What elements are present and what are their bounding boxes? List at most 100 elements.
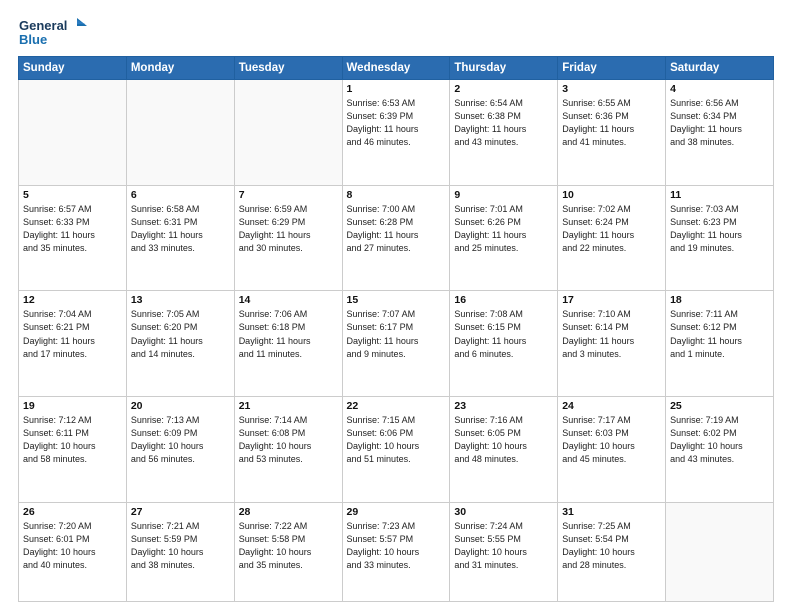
day-number: 22 bbox=[347, 400, 446, 412]
calendar-day bbox=[126, 80, 234, 186]
calendar-day: 10 Sunrise: 7:02 AM Sunset: 6:24 PM Dayli… bbox=[558, 185, 666, 291]
calendar-day: 21 Sunrise: 7:14 AM Sunset: 6:08 PM Dayli… bbox=[234, 397, 342, 503]
calendar-day: 12 Sunrise: 7:04 AM Sunset: 6:21 PM Dayli… bbox=[19, 291, 127, 397]
day-info: Sunrise: 7:20 AM Sunset: 6:01 PM Dayligh… bbox=[23, 520, 122, 572]
day-info: Sunrise: 7:07 AM Sunset: 6:17 PM Dayligh… bbox=[347, 308, 446, 360]
day-number: 31 bbox=[562, 506, 661, 518]
calendar-week-3: 12 Sunrise: 7:04 AM Sunset: 6:21 PM Dayli… bbox=[19, 291, 774, 397]
calendar-day: 14 Sunrise: 7:06 AM Sunset: 6:18 PM Dayli… bbox=[234, 291, 342, 397]
calendar-header-wednesday: Wednesday bbox=[342, 57, 450, 80]
day-info: Sunrise: 6:56 AM Sunset: 6:34 PM Dayligh… bbox=[670, 97, 769, 149]
header: General Blue bbox=[18, 16, 774, 48]
day-number: 10 bbox=[562, 189, 661, 201]
calendar-day: 20 Sunrise: 7:13 AM Sunset: 6:09 PM Dayli… bbox=[126, 397, 234, 503]
day-info: Sunrise: 7:24 AM Sunset: 5:55 PM Dayligh… bbox=[454, 520, 553, 572]
calendar-day: 28Sunrise: 7:22 AM Sunset: 5:58 PM Dayli… bbox=[234, 502, 342, 601]
calendar-day bbox=[666, 502, 774, 601]
day-number: 20 bbox=[131, 400, 230, 412]
day-info: Sunrise: 7:21 AM Sunset: 5:59 PM Dayligh… bbox=[131, 520, 230, 572]
day-number: 1 bbox=[347, 83, 446, 95]
calendar-day: 30Sunrise: 7:24 AM Sunset: 5:55 PM Dayli… bbox=[450, 502, 558, 601]
calendar-week-5: 26 Sunrise: 7:20 AM Sunset: 6:01 PM Dayli… bbox=[19, 502, 774, 601]
page: General Blue SundayMondayTuesdayWednesda… bbox=[0, 0, 792, 612]
day-number: 3 bbox=[562, 83, 661, 95]
calendar-header-sunday: Sunday bbox=[19, 57, 127, 80]
logo-icon: General Blue bbox=[18, 16, 88, 48]
day-number: 5 bbox=[23, 189, 122, 201]
calendar-header-row: SundayMondayTuesdayWednesdayThursdayFrid… bbox=[19, 57, 774, 80]
calendar-day: 15 Sunrise: 7:07 AM Sunset: 6:17 PM Dayli… bbox=[342, 291, 450, 397]
day-number: 18 bbox=[670, 294, 769, 306]
calendar-day: 23Sunrise: 7:16 AM Sunset: 6:05 PM Dayli… bbox=[450, 397, 558, 503]
calendar-header-thursday: Thursday bbox=[450, 57, 558, 80]
calendar-day: 25Sunrise: 7:19 AM Sunset: 6:02 PM Dayli… bbox=[666, 397, 774, 503]
day-info: Sunrise: 7:04 AM Sunset: 6:21 PM Dayligh… bbox=[23, 308, 122, 360]
calendar-day: 26 Sunrise: 7:20 AM Sunset: 6:01 PM Dayli… bbox=[19, 502, 127, 601]
day-info: Sunrise: 7:00 AM Sunset: 6:28 PM Dayligh… bbox=[347, 203, 446, 255]
calendar-day: 22 Sunrise: 7:15 AM Sunset: 6:06 PM Dayli… bbox=[342, 397, 450, 503]
calendar-day: 18Sunrise: 7:11 AM Sunset: 6:12 PM Dayli… bbox=[666, 291, 774, 397]
day-info: Sunrise: 6:54 AM Sunset: 6:38 PM Dayligh… bbox=[454, 97, 553, 149]
day-number: 26 bbox=[23, 506, 122, 518]
day-info: Sunrise: 6:59 AM Sunset: 6:29 PM Dayligh… bbox=[239, 203, 338, 255]
day-number: 12 bbox=[23, 294, 122, 306]
day-number: 24 bbox=[562, 400, 661, 412]
day-number: 6 bbox=[131, 189, 230, 201]
calendar-day: 6 Sunrise: 6:58 AM Sunset: 6:31 PM Daylig… bbox=[126, 185, 234, 291]
calendar-day: 11 Sunrise: 7:03 AM Sunset: 6:23 PM Dayli… bbox=[666, 185, 774, 291]
calendar-day: 13 Sunrise: 7:05 AM Sunset: 6:20 PM Dayli… bbox=[126, 291, 234, 397]
day-number: 17 bbox=[562, 294, 661, 306]
calendar-day bbox=[19, 80, 127, 186]
calendar-day: 5Sunrise: 6:57 AM Sunset: 6:33 PM Daylig… bbox=[19, 185, 127, 291]
day-info: Sunrise: 7:14 AM Sunset: 6:08 PM Dayligh… bbox=[239, 414, 338, 466]
svg-text:Blue: Blue bbox=[19, 32, 47, 47]
day-number: 13 bbox=[131, 294, 230, 306]
calendar-day: 29Sunrise: 7:23 AM Sunset: 5:57 PM Dayli… bbox=[342, 502, 450, 601]
calendar-day: 19Sunrise: 7:12 AM Sunset: 6:11 PM Dayli… bbox=[19, 397, 127, 503]
calendar-day: 16Sunrise: 7:08 AM Sunset: 6:15 PM Dayli… bbox=[450, 291, 558, 397]
calendar-day: 31 Sunrise: 7:25 AM Sunset: 5:54 PM Dayli… bbox=[558, 502, 666, 601]
day-info: Sunrise: 7:01 AM Sunset: 6:26 PM Dayligh… bbox=[454, 203, 553, 255]
day-number: 21 bbox=[239, 400, 338, 412]
day-number: 28 bbox=[239, 506, 338, 518]
calendar-day: 27 Sunrise: 7:21 AM Sunset: 5:59 PM Dayli… bbox=[126, 502, 234, 601]
day-info: Sunrise: 7:25 AM Sunset: 5:54 PM Dayligh… bbox=[562, 520, 661, 572]
day-number: 7 bbox=[239, 189, 338, 201]
calendar-day: 8 Sunrise: 7:00 AM Sunset: 6:28 PM Daylig… bbox=[342, 185, 450, 291]
day-number: 15 bbox=[347, 294, 446, 306]
day-info: Sunrise: 6:53 AM Sunset: 6:39 PM Dayligh… bbox=[347, 97, 446, 149]
calendar-day: 7 Sunrise: 6:59 AM Sunset: 6:29 PM Daylig… bbox=[234, 185, 342, 291]
day-info: Sunrise: 7:10 AM Sunset: 6:14 PM Dayligh… bbox=[562, 308, 661, 360]
day-info: Sunrise: 7:15 AM Sunset: 6:06 PM Dayligh… bbox=[347, 414, 446, 466]
calendar-day: 9 Sunrise: 7:01 AM Sunset: 6:26 PM Daylig… bbox=[450, 185, 558, 291]
calendar-table: SundayMondayTuesdayWednesdayThursdayFrid… bbox=[18, 56, 774, 602]
calendar-week-4: 19Sunrise: 7:12 AM Sunset: 6:11 PM Dayli… bbox=[19, 397, 774, 503]
day-info: Sunrise: 7:03 AM Sunset: 6:23 PM Dayligh… bbox=[670, 203, 769, 255]
calendar-day: 1 Sunrise: 6:53 AM Sunset: 6:39 PM Daylig… bbox=[342, 80, 450, 186]
day-number: 25 bbox=[670, 400, 769, 412]
day-number: 27 bbox=[131, 506, 230, 518]
calendar-header-tuesday: Tuesday bbox=[234, 57, 342, 80]
day-number: 29 bbox=[347, 506, 446, 518]
calendar-header-saturday: Saturday bbox=[666, 57, 774, 80]
day-info: Sunrise: 6:55 AM Sunset: 6:36 PM Dayligh… bbox=[562, 97, 661, 149]
calendar-day: 2Sunrise: 6:54 AM Sunset: 6:38 PM Daylig… bbox=[450, 80, 558, 186]
day-info: Sunrise: 7:13 AM Sunset: 6:09 PM Dayligh… bbox=[131, 414, 230, 466]
day-number: 23 bbox=[454, 400, 553, 412]
calendar-day: 24Sunrise: 7:17 AM Sunset: 6:03 PM Dayli… bbox=[558, 397, 666, 503]
day-number: 4 bbox=[670, 83, 769, 95]
day-info: Sunrise: 6:58 AM Sunset: 6:31 PM Dayligh… bbox=[131, 203, 230, 255]
logo: General Blue bbox=[18, 16, 88, 48]
calendar-day: 4 Sunrise: 6:56 AM Sunset: 6:34 PM Daylig… bbox=[666, 80, 774, 186]
calendar-day bbox=[234, 80, 342, 186]
day-number: 8 bbox=[347, 189, 446, 201]
calendar-day: 17 Sunrise: 7:10 AM Sunset: 6:14 PM Dayli… bbox=[558, 291, 666, 397]
day-number: 9 bbox=[454, 189, 553, 201]
day-info: Sunrise: 7:02 AM Sunset: 6:24 PM Dayligh… bbox=[562, 203, 661, 255]
svg-text:General: General bbox=[19, 18, 67, 33]
day-number: 14 bbox=[239, 294, 338, 306]
day-number: 11 bbox=[670, 189, 769, 201]
day-number: 16 bbox=[454, 294, 553, 306]
day-info: Sunrise: 7:05 AM Sunset: 6:20 PM Dayligh… bbox=[131, 308, 230, 360]
day-info: Sunrise: 7:06 AM Sunset: 6:18 PM Dayligh… bbox=[239, 308, 338, 360]
